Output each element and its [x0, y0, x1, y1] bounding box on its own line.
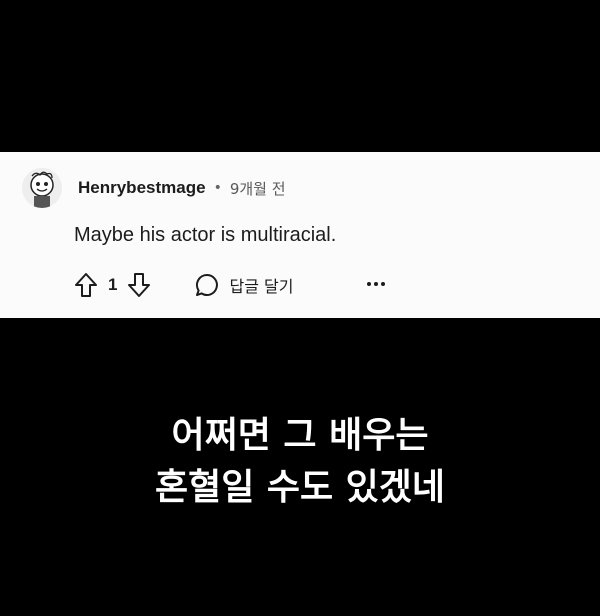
- speech-bubble-icon: [196, 273, 219, 296]
- subtitle-line-1: 어쩌면 그 배우는: [171, 415, 429, 456]
- upvote-button[interactable]: [74, 272, 98, 298]
- arrow-up-icon: [75, 273, 97, 297]
- author-name[interactable]: Henrybestmage: [78, 178, 206, 198]
- reply-label: 답글 달기: [229, 277, 294, 296]
- arrow-down-icon: [128, 273, 151, 297]
- timestamp: 9개월 전: [229, 179, 286, 198]
- snoo-avatar-icon: [22, 168, 62, 208]
- vote-count: 1: [108, 275, 118, 294]
- more-options-button[interactable]: [364, 274, 388, 294]
- action-bar: 1 답글 달기: [74, 268, 293, 302]
- downvote-button[interactable]: [127, 272, 151, 298]
- avatar[interactable]: [22, 168, 62, 208]
- reply-button[interactable]: 답글 달기: [195, 273, 293, 297]
- comment-text: Maybe his actor is multiracial.: [74, 224, 337, 246]
- comment-header: Henrybestmage • 9개월 전: [22, 168, 286, 208]
- comment-card: Henrybestmage • 9개월 전 Maybe his actor is…: [0, 152, 600, 318]
- subtitle-line-2: 혼혈일 수도 있겠네: [154, 467, 446, 508]
- more-dots-icon: [367, 282, 385, 286]
- subtitle-caption: 어쩌면 그 배우는 혼혈일 수도 있겠네: [0, 410, 600, 514]
- separator-dot: •: [213, 180, 222, 196]
